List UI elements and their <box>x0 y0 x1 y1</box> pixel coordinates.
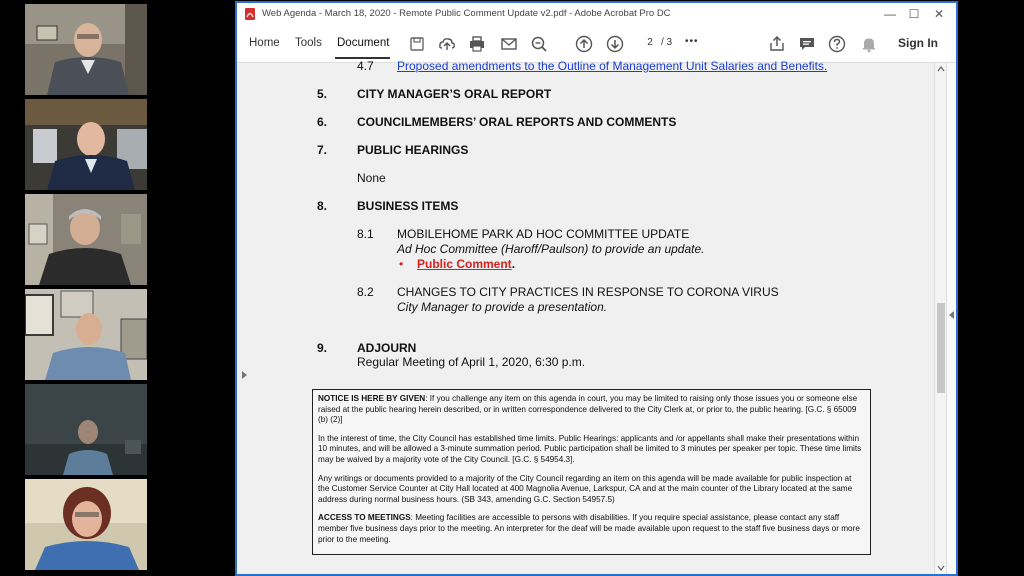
access-lead: ACCESS TO MEETINGS <box>318 513 411 523</box>
scroll-down-icon[interactable] <box>937 565 945 571</box>
item-8-1-bullet: • <box>399 257 404 271</box>
sign-in-button[interactable]: Sign In <box>898 36 938 50</box>
tab-document[interactable]: Document <box>337 37 389 49</box>
item-9-number: 9. <box>317 341 328 355</box>
page-number-input[interactable]: 2 <box>641 34 659 52</box>
toolbar: Home Tools Document 2 / 3 ••• Sign In <box>237 25 956 63</box>
help-icon[interactable] <box>827 34 847 54</box>
item-7-heading: PUBLIC HEARINGS <box>357 143 469 157</box>
participant-video-4[interactable] <box>25 289 147 380</box>
item-5-number: 5. <box>317 87 328 101</box>
participant-video-5[interactable] <box>25 384 147 475</box>
maximize-button[interactable]: ☐ <box>900 6 928 22</box>
document-view: 4.7 Proposed amendments to the Outline o… <box>237 59 934 574</box>
right-pane <box>946 63 956 574</box>
item-8-heading: BUSINESS ITEMS <box>357 199 459 213</box>
participant-video-1[interactable] <box>25 4 147 95</box>
item-8-2-title: CHANGES TO CITY PRACTICES IN RESPONSE TO… <box>397 285 779 299</box>
notice-paragraph-3: Any writings or documents provided to a … <box>318 473 853 504</box>
notice-paragraph-1: NOTICE IS HERE BY GIVEN: If you challeng… <box>318 394 865 426</box>
item-8-2-description: City Manager to provide a presentation. <box>397 300 608 314</box>
participant-video-3[interactable] <box>25 194 147 285</box>
tab-home[interactable]: Home <box>249 37 280 49</box>
print-icon[interactable] <box>467 34 487 54</box>
participant-video-6[interactable] <box>25 479 147 570</box>
share-icon[interactable] <box>767 34 787 54</box>
item-6-heading: COUNCILMEMBERS’ ORAL REPORTS AND COMMENT… <box>357 115 677 129</box>
notifications-bell-icon[interactable] <box>859 34 879 54</box>
item-8-1-title: MOBILEHOME PARK AD HOC COMMITTEE UPDATE <box>397 227 690 241</box>
window-title: Web Agenda - March 18, 2020 - Remote Pub… <box>262 8 671 19</box>
zoom-out-icon[interactable] <box>529 34 549 54</box>
title-bar: Web Agenda - March 18, 2020 - Remote Pub… <box>237 3 956 25</box>
notice-paragraph-2: In the interest of time, the City Counci… <box>318 433 862 464</box>
public-comment-link[interactable]: Public Comment <box>417 257 512 271</box>
comment-icon[interactable] <box>797 34 817 54</box>
next-page-icon[interactable] <box>605 34 625 54</box>
save-icon[interactable] <box>407 34 427 54</box>
acrobat-window: Web Agenda - March 18, 2020 - Remote Pub… <box>235 1 958 576</box>
pdf-app-icon <box>245 8 255 20</box>
item-4-7-link[interactable]: Proposed amendments to the Outline of Ma… <box>397 59 827 73</box>
item-5-heading: CITY MANAGER’S ORAL REPORT <box>357 87 552 101</box>
item-8-1-number: 8.1 <box>357 227 374 241</box>
legal-notice-box: NOTICE IS HERE BY GIVEN: If you challeng… <box>312 389 871 555</box>
left-pane-toggle-icon[interactable] <box>242 371 247 379</box>
item-8-1-public-comment: Public Comment. <box>417 257 515 271</box>
upload-cloud-icon[interactable] <box>437 34 457 54</box>
participant-video-2[interactable] <box>25 99 147 190</box>
item-8-2-number: 8.2 <box>357 285 374 299</box>
item-8-1-description: Ad Hoc Committee (Haroff/Paulson) to pro… <box>397 242 705 256</box>
tab-tools[interactable]: Tools <box>295 37 322 49</box>
item-8-number: 8. <box>317 199 328 213</box>
item-9-heading: ADJOURN <box>357 341 417 355</box>
public-comment-period: . <box>511 257 516 271</box>
scrollbar-thumb[interactable] <box>937 303 945 393</box>
item-6-number: 6. <box>317 115 328 129</box>
previous-page-icon[interactable] <box>574 34 594 54</box>
close-button[interactable]: ✕ <box>925 6 953 22</box>
scroll-up-icon[interactable] <box>937 66 945 72</box>
item-9-description: Regular Meeting of April 1, 2020, 6:30 p… <box>357 355 586 369</box>
item-7-number: 7. <box>317 143 328 157</box>
item-4-7-number: 4.7 <box>357 59 374 73</box>
more-tools-button[interactable]: ••• <box>685 36 699 47</box>
item-7-none: None <box>357 171 386 185</box>
page-total: / 3 <box>661 37 673 48</box>
notice-paragraph-4: ACCESS TO MEETINGS: Meeting facilities a… <box>318 513 865 545</box>
right-pane-toggle-icon[interactable] <box>949 311 954 319</box>
notice-lead: NOTICE IS HERE BY GIVEN <box>318 394 426 403</box>
email-icon[interactable] <box>499 34 519 54</box>
